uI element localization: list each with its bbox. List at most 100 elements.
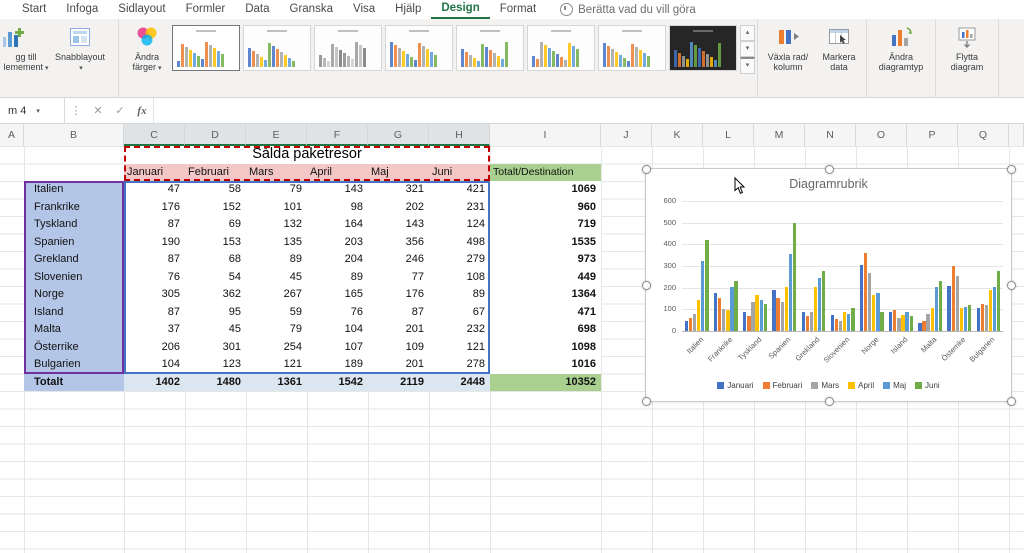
value-cell[interactable]: 254 <box>246 339 307 357</box>
chart-resize-handle[interactable] <box>642 281 651 290</box>
legend-item[interactable]: Januari <box>717 381 753 390</box>
value-cell[interactable]: 152 <box>185 199 246 217</box>
value-cell[interactable]: 45 <box>185 321 246 339</box>
chart-bar[interactable] <box>806 316 809 331</box>
cancel-icon[interactable]: ✕ <box>87 98 109 123</box>
chart-bar[interactable] <box>968 305 971 331</box>
chart-resize-handle[interactable] <box>642 165 651 174</box>
gallery-scroll-down-icon[interactable]: ▾ <box>740 41 755 57</box>
chart-bar[interactable] <box>985 305 988 331</box>
value-cell[interactable]: 132 <box>246 216 307 234</box>
value-cell[interactable]: 356 <box>368 234 429 252</box>
column-header-O[interactable]: O <box>856 124 907 146</box>
row-total-cell[interactable]: 973 <box>490 251 601 269</box>
name-box[interactable]: m 4 ▾ <box>0 98 65 123</box>
chart-bar[interactable] <box>952 266 955 331</box>
value-cell[interactable]: 89 <box>246 251 307 269</box>
country-cell[interactable]: Frankrike <box>24 199 124 217</box>
chart-title[interactable]: Diagramrubrik <box>646 177 1011 191</box>
month-header-cell[interactable]: Juni <box>429 164 490 182</box>
tab-granska[interactable]: Granska <box>280 1 343 18</box>
value-cell[interactable]: 59 <box>246 304 307 322</box>
chart-bar[interactable] <box>693 314 696 331</box>
chart-bar[interactable] <box>947 286 950 331</box>
gallery-more-icon[interactable]: ▾ <box>740 57 755 74</box>
country-cell[interactable]: Malta <box>24 321 124 339</box>
chart-bar[interactable] <box>981 304 984 331</box>
chart-style-thumbnail[interactable] <box>527 25 595 71</box>
chart-bar[interactable] <box>734 281 737 331</box>
chart-bar[interactable] <box>835 319 838 331</box>
total-destination-header[interactable]: Totalt/Destination <box>490 164 601 182</box>
value-cell[interactable]: 498 <box>429 234 490 252</box>
column-header-H[interactable]: H <box>429 124 490 146</box>
chart-bar[interactable] <box>960 308 963 331</box>
value-cell[interactable]: 98 <box>307 199 368 217</box>
column-total-cell[interactable]: 1361 <box>246 374 307 392</box>
column-header-G[interactable]: G <box>368 124 429 146</box>
chart-style-thumbnail[interactable] <box>456 25 524 71</box>
change-colors-button[interactable]: Ändra färger▾ <box>122 21 172 74</box>
value-cell[interactable]: 45 <box>246 269 307 287</box>
chart-bar[interactable] <box>876 293 879 331</box>
chart-bar[interactable] <box>926 314 929 331</box>
chart-bar[interactable] <box>730 287 733 331</box>
value-cell[interactable]: 76 <box>307 304 368 322</box>
column-header-A[interactable]: A <box>0 124 24 146</box>
legend-item[interactable]: Maj <box>883 381 906 390</box>
chart-bar[interactable] <box>785 287 788 331</box>
chart-bar[interactable] <box>931 308 934 331</box>
chart-bar[interactable] <box>880 312 883 331</box>
row-total-cell[interactable]: 1535 <box>490 234 601 252</box>
chart-bar[interactable] <box>822 271 825 331</box>
month-header-cell[interactable]: Maj <box>368 164 429 182</box>
chart-bar[interactable] <box>793 223 796 331</box>
value-cell[interactable]: 123 <box>185 356 246 374</box>
country-cell[interactable]: Italien <box>24 181 124 199</box>
chart-bar[interactable] <box>743 312 746 331</box>
country-cell[interactable]: Tyskland <box>24 216 124 234</box>
value-cell[interactable]: 267 <box>246 286 307 304</box>
value-cell[interactable]: 89 <box>307 269 368 287</box>
value-cell[interactable]: 121 <box>429 339 490 357</box>
column-total-cell[interactable]: 1480 <box>185 374 246 392</box>
legend-item[interactable]: Mars <box>811 381 839 390</box>
value-cell[interactable]: 68 <box>185 251 246 269</box>
insert-function-icon[interactable]: fx <box>131 98 153 123</box>
row-total-cell[interactable]: 1364 <box>490 286 601 304</box>
column-header-E[interactable]: E <box>246 124 307 146</box>
chart-bar[interactable] <box>755 295 758 331</box>
value-cell[interactable]: 201 <box>368 356 429 374</box>
chart-bar[interactable] <box>705 240 708 331</box>
chart-bar[interactable] <box>701 261 704 331</box>
month-header-cell[interactable]: Mars <box>246 164 307 182</box>
value-cell[interactable]: 165 <box>307 286 368 304</box>
column-header-Q[interactable]: Q <box>958 124 1009 146</box>
value-cell[interactable]: 87 <box>124 251 185 269</box>
chart-bar[interactable] <box>776 298 779 331</box>
add-chart-element-button[interactable]: gg till lemement▾ <box>3 21 49 74</box>
chart-bar[interactable] <box>839 321 842 331</box>
column-header-L[interactable]: L <box>703 124 754 146</box>
chart-bar[interactable] <box>764 304 767 331</box>
value-cell[interactable]: 87 <box>124 304 185 322</box>
legend-item[interactable]: April <box>848 381 874 390</box>
chart-bar[interactable] <box>864 253 867 331</box>
chart-bar[interactable] <box>964 307 967 331</box>
chart-bar[interactable] <box>697 300 700 331</box>
column-header-I[interactable]: I <box>490 124 601 146</box>
value-cell[interactable]: 362 <box>185 286 246 304</box>
column-header-C[interactable]: C <box>124 124 185 146</box>
value-cell[interactable]: 76 <box>124 269 185 287</box>
value-cell[interactable]: 206 <box>124 339 185 357</box>
value-cell[interactable]: 89 <box>429 286 490 304</box>
chart-bar[interactable] <box>714 293 717 331</box>
value-cell[interactable]: 153 <box>185 234 246 252</box>
formula-input[interactable] <box>153 98 1024 123</box>
value-cell[interactable]: 47 <box>124 181 185 199</box>
chart-bar[interactable] <box>781 302 784 331</box>
total-label-cell[interactable]: Totalt <box>24 374 124 392</box>
country-cell[interactable]: Island <box>24 304 124 322</box>
value-cell[interactable]: 278 <box>429 356 490 374</box>
row-total-cell[interactable]: 960 <box>490 199 601 217</box>
